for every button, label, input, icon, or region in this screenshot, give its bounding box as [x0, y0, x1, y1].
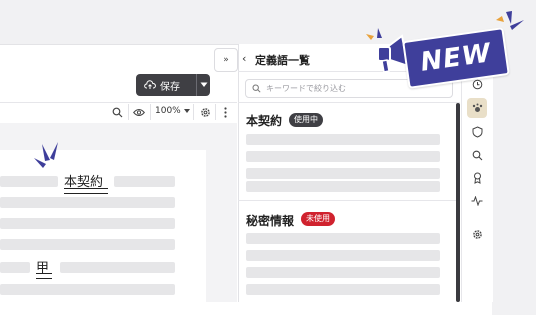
rail-button[interactable] [469, 226, 485, 242]
preview-button[interactable] [132, 105, 146, 119]
more-button[interactable] [219, 105, 231, 119]
text-placeholder [246, 134, 440, 145]
panel-divider [238, 200, 460, 201]
panel-divider [238, 102, 460, 103]
status-badge: 使用中 [289, 113, 323, 127]
rail-button[interactable] [469, 124, 485, 140]
zoom-select[interactable]: 100% [155, 106, 190, 116]
settings-button[interactable] [198, 105, 212, 119]
text-placeholder [246, 151, 440, 162]
new-badge-text: NEW [418, 38, 494, 78]
zoom-value: 100% [155, 106, 181, 116]
toolbar-separator [150, 104, 151, 120]
rail-button[interactable] [469, 193, 485, 209]
rail-button-definitions[interactable] [467, 98, 487, 118]
caret-down-icon [200, 82, 207, 87]
collapse-panel-button[interactable]: » [214, 48, 238, 72]
gear-icon [472, 229, 482, 239]
text-placeholder [246, 250, 440, 261]
rail-button[interactable] [469, 147, 485, 163]
toolbar-separator [215, 104, 216, 120]
definitions-icon [472, 103, 482, 112]
save-button[interactable]: 保存 [136, 74, 210, 96]
clock-icon [472, 79, 482, 89]
text-placeholder [60, 262, 175, 273]
cloud-upload-icon [144, 80, 156, 89]
text-placeholder [246, 233, 440, 244]
term-underline [36, 273, 52, 279]
text-placeholder [114, 176, 175, 187]
shield-icon [472, 126, 482, 138]
save-dropdown-button[interactable] [197, 82, 210, 88]
chevron-left-icon: ‹ [242, 52, 247, 65]
panel-title: 定義語一覧 [255, 54, 310, 67]
search-icon [252, 84, 261, 93]
more-vertical-icon [223, 106, 227, 118]
text-placeholder [0, 262, 30, 273]
toolbar-separator [193, 104, 194, 120]
chevron-double-right-icon: » [223, 55, 229, 65]
search-icon [472, 150, 482, 160]
back-button[interactable]: ‹ [242, 52, 246, 65]
text-placeholder [0, 218, 175, 229]
panel-scrollbar[interactable] [456, 103, 460, 302]
term-label[interactable]: 秘密情報 [246, 212, 294, 229]
spark-decoration [34, 142, 58, 168]
term-underline [64, 188, 108, 194]
term-label[interactable]: 本契約 [246, 112, 282, 129]
gear-icon [200, 107, 210, 117]
caret-down-icon [183, 109, 190, 113]
text-placeholder [0, 197, 175, 208]
eye-icon [133, 108, 145, 116]
save-label: 保存 [160, 81, 180, 93]
status-badge: 未使用 [301, 212, 335, 226]
rail-button[interactable] [469, 170, 485, 186]
text-placeholder [246, 168, 440, 179]
toolbar-divider [0, 102, 237, 103]
toolbar-separator [128, 104, 129, 120]
text-placeholder [0, 284, 175, 295]
search-icon [112, 107, 122, 117]
text-placeholder [246, 267, 440, 278]
award-icon [473, 172, 481, 184]
spark-decoration [496, 11, 524, 30]
text-placeholder [246, 181, 440, 192]
activity-icon [471, 196, 483, 206]
text-placeholder [0, 239, 175, 250]
search-button[interactable] [110, 105, 124, 119]
text-placeholder [246, 284, 440, 295]
